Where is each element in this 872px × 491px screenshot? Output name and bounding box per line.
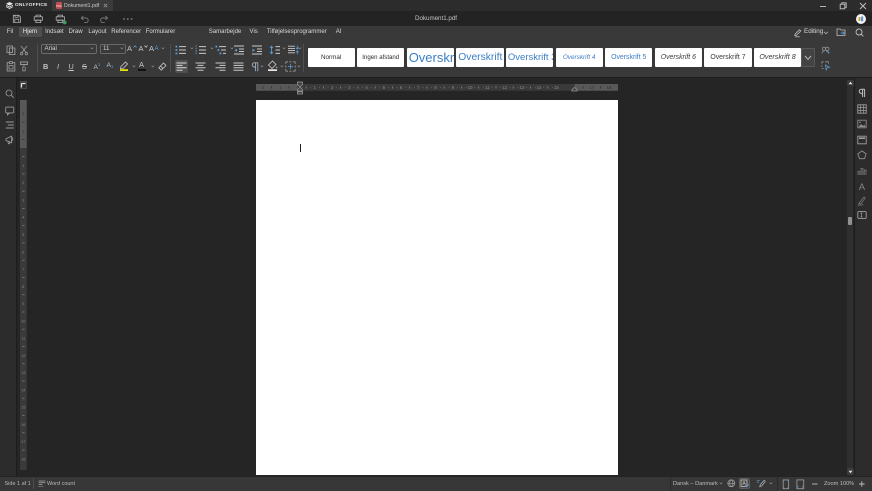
svg-text:15: 15	[554, 85, 559, 90]
svg-text:12: 12	[502, 85, 507, 90]
svg-text:15: 15	[21, 405, 26, 410]
svg-text:12: 12	[21, 353, 26, 358]
svg-text:18: 18	[21, 456, 26, 461]
svg-text:17: 17	[21, 439, 26, 444]
svg-text:11: 11	[485, 85, 490, 90]
svg-text:13: 13	[21, 370, 26, 375]
svg-text:10: 10	[468, 85, 473, 90]
svg-text:18: 18	[607, 85, 612, 90]
svg-text:16: 16	[21, 422, 26, 427]
svg-text:10: 10	[21, 318, 26, 323]
svg-text:14: 14	[21, 387, 26, 392]
svg-text:A: A	[859, 182, 866, 193]
svg-text:13: 13	[520, 85, 525, 90]
svg-text:14: 14	[537, 85, 542, 90]
svg-text:17: 17	[589, 85, 594, 90]
